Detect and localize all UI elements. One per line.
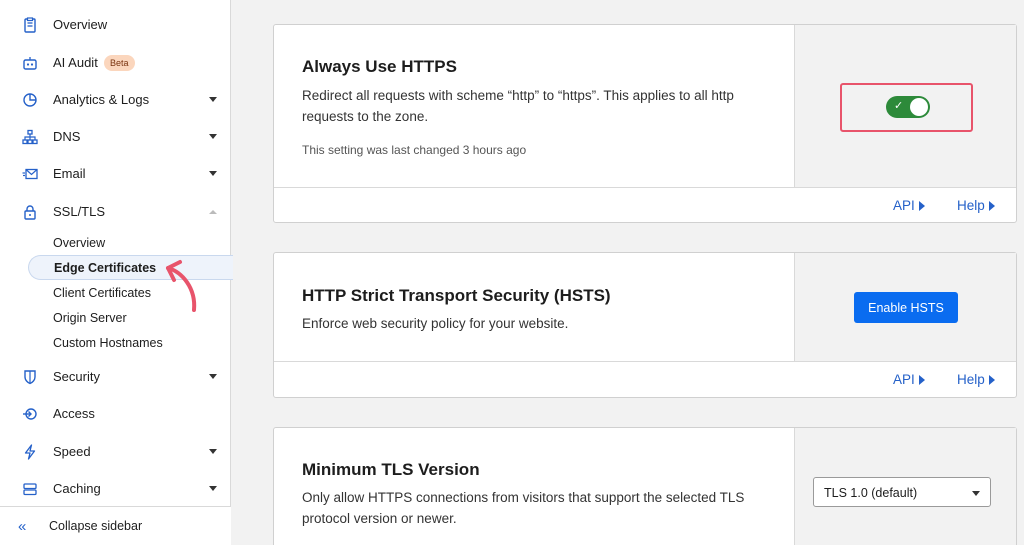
caret-right-icon bbox=[988, 374, 995, 385]
sidebar-item-ssl-tls[interactable]: SSL/TLS bbox=[0, 193, 231, 230]
card-body: HTTP Strict Transport Security (HSTS) En… bbox=[274, 253, 1016, 362]
sidebar-item-overview[interactable]: Overview bbox=[0, 6, 231, 43]
lightning-icon bbox=[20, 442, 40, 462]
clipboard-icon bbox=[20, 15, 40, 35]
tls-version-select[interactable]: TLS 1.0 (default) bbox=[813, 477, 991, 507]
sidebar-item-label: Email bbox=[53, 166, 86, 181]
sidebar-item-label: DNS bbox=[53, 129, 81, 144]
help-link[interactable]: Help bbox=[957, 372, 995, 387]
last-changed-text: This setting was last changed 3 hours ag… bbox=[302, 143, 527, 157]
chevron-down-icon[interactable] bbox=[209, 134, 217, 139]
api-link[interactable]: API bbox=[893, 372, 925, 387]
server-icon bbox=[20, 479, 40, 499]
api-link-label: API bbox=[893, 198, 915, 213]
card-title: HTTP Strict Transport Security (HSTS) bbox=[302, 286, 611, 305]
help-link-label: Help bbox=[957, 198, 985, 213]
annotation-arrow-icon bbox=[166, 260, 197, 312]
sidebar-item-label: Security bbox=[53, 369, 100, 384]
caret-right-icon bbox=[988, 200, 995, 211]
pie-chart-icon bbox=[20, 90, 40, 110]
chevron-down-icon[interactable] bbox=[209, 449, 217, 454]
sidebar-item-label: Access bbox=[53, 406, 95, 421]
card-description: Redirect all requests with scheme “http”… bbox=[302, 88, 734, 124]
card-description: Enforce web security policy for your web… bbox=[302, 316, 569, 331]
card-control-panel: ✓ bbox=[794, 25, 1016, 187]
beta-badge: Beta bbox=[104, 54, 135, 71]
sidebar-item-speed[interactable]: Speed bbox=[0, 433, 231, 470]
help-link-label: Help bbox=[957, 372, 985, 387]
submenu-item-overview[interactable]: Overview bbox=[53, 236, 105, 250]
submenu-item-origin-server[interactable]: Origin Server bbox=[53, 311, 127, 325]
card-description: Only allow HTTPS connections from visito… bbox=[302, 490, 745, 526]
hsts-card: HTTP Strict Transport Security (HSTS) En… bbox=[273, 252, 1017, 398]
sidebar-item-caching[interactable]: Caching bbox=[0, 470, 231, 507]
always-use-https-toggle[interactable]: ✓ bbox=[886, 96, 930, 118]
card-body: Minimum TLS Version Only allow HTTPS con… bbox=[274, 428, 1016, 545]
caret-right-icon bbox=[918, 200, 925, 211]
sidebar-item-ai-audit[interactable]: AI Audit Beta bbox=[0, 44, 231, 81]
shield-icon bbox=[20, 367, 40, 387]
card-body: Always Use HTTPS Redirect all requests w… bbox=[274, 25, 1016, 188]
highlight-frame: ✓ bbox=[840, 83, 973, 132]
sidebar-item-label: Speed bbox=[53, 444, 91, 459]
submenu-item-client-certificates[interactable]: Client Certificates bbox=[53, 286, 151, 300]
sidebar-item-label: Analytics & Logs bbox=[53, 92, 150, 107]
enable-hsts-button[interactable]: Enable HSTS bbox=[854, 292, 958, 323]
sidebar-item-label: Caching bbox=[53, 481, 101, 496]
chevron-down-icon bbox=[972, 491, 980, 496]
chevron-down-icon[interactable] bbox=[209, 486, 217, 491]
sidebar-item-security[interactable]: Security bbox=[0, 358, 231, 395]
selected-value: TLS 1.0 (default) bbox=[824, 486, 918, 500]
sidebar-item-access[interactable]: Access bbox=[0, 395, 231, 432]
card-footer: API Help bbox=[274, 362, 1016, 398]
chevron-up-icon[interactable] bbox=[209, 209, 217, 214]
api-link[interactable]: API bbox=[893, 198, 925, 213]
chevron-down-icon[interactable] bbox=[209, 171, 217, 176]
card-title: Always Use HTTPS bbox=[302, 57, 457, 76]
sidebar-item-email[interactable]: Email bbox=[0, 155, 231, 192]
api-link-label: API bbox=[893, 372, 915, 387]
card-control-panel: Enable HSTS bbox=[794, 253, 1016, 361]
submenu-item-edge-certificates[interactable]: Edge Certificates bbox=[54, 261, 156, 275]
collapse-sidebar-button[interactable]: « Collapse sidebar bbox=[0, 506, 231, 545]
minimum-tls-card: Minimum TLS Version Only allow HTTPS con… bbox=[273, 427, 1017, 545]
toggle-knob bbox=[910, 98, 928, 116]
card-title: Minimum TLS Version bbox=[302, 460, 480, 479]
sidebar-item-label: AI Audit bbox=[53, 55, 98, 70]
caret-right-icon bbox=[918, 374, 925, 385]
sidebar-item-label: Overview bbox=[53, 17, 108, 32]
envelope-icon bbox=[20, 164, 40, 184]
lock-icon bbox=[20, 202, 40, 222]
sidebar-item-label: SSL/TLS bbox=[53, 204, 106, 219]
check-icon: ✓ bbox=[894, 100, 904, 112]
sidebar: Overview AI Audit Beta Analytics & Logs … bbox=[0, 0, 233, 545]
collapse-sidebar-label: Collapse sidebar bbox=[49, 519, 143, 533]
network-icon bbox=[20, 127, 40, 147]
card-control-panel: TLS 1.0 (default) bbox=[794, 428, 1016, 545]
chevron-down-icon[interactable] bbox=[209, 374, 217, 379]
sidebar-item-dns[interactable]: DNS bbox=[0, 118, 231, 155]
submenu-item-custom-hostnames[interactable]: Custom Hostnames bbox=[53, 336, 163, 350]
chevron-down-icon[interactable] bbox=[209, 97, 217, 102]
sidebar-item-analytics[interactable]: Analytics & Logs bbox=[0, 81, 231, 118]
always-use-https-card: Always Use HTTPS Redirect all requests w… bbox=[273, 24, 1017, 223]
card-footer: API Help bbox=[274, 188, 1016, 224]
access-icon bbox=[20, 404, 40, 424]
double-chevron-left-icon: « bbox=[18, 517, 27, 535]
robot-icon bbox=[20, 53, 40, 73]
help-link[interactable]: Help bbox=[957, 198, 995, 213]
